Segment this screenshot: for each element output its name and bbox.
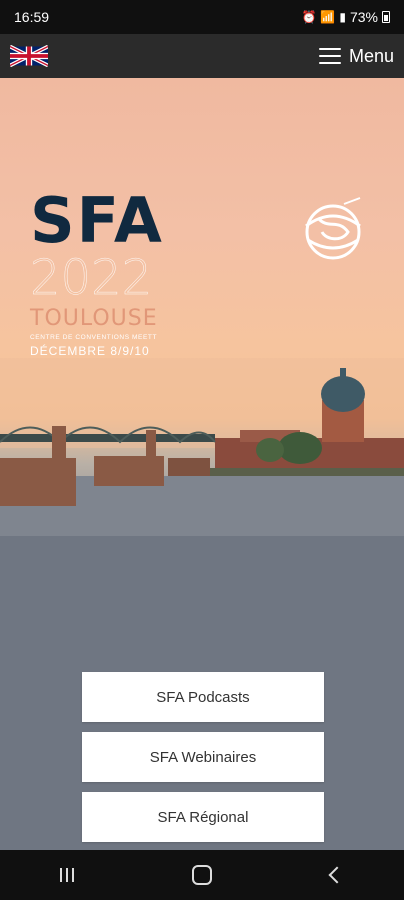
home-button[interactable] [172, 855, 232, 895]
app-bar: Menu [0, 34, 404, 78]
alarm-icon: ⏰ [301, 10, 317, 24]
recents-button[interactable] [37, 855, 97, 895]
sfa-webinaires-button[interactable]: SFA Webinaires [82, 732, 324, 782]
logo-dates: DÉCEMBRE 8/9/10 [30, 344, 150, 358]
hamburger-icon [318, 48, 341, 64]
sfa-2022-logo: SFA 2022 TOULOUSE CENTRE DE CONVENTIONS … [30, 184, 220, 359]
status-icons: ⏰ 📶 ▮ 73% [301, 9, 390, 25]
action-buttons: SFA Podcasts SFA Webinaires SFA Régional [82, 672, 324, 842]
back-icon [328, 866, 346, 884]
home-icon [191, 865, 212, 885]
logo-title: SFA [30, 184, 164, 257]
uk-flag-icon[interactable] [10, 45, 48, 67]
status-bar: 16:59 ⏰ 📶 ▮ 73% [0, 0, 404, 34]
sfa-regional-button[interactable]: SFA Régional [82, 792, 324, 842]
menu-label: Menu [348, 45, 394, 66]
logo-year: 2022 [30, 250, 153, 306]
recents-icon [60, 868, 75, 882]
battery-icon [382, 11, 390, 23]
sfa-emblem-icon [305, 197, 361, 260]
hero-image: SFA 2022 TOULOUSE CENTRE DE CONVENTIONS … [0, 78, 404, 850]
back-button[interactable] [307, 855, 367, 895]
battery-percent: 73% [349, 9, 378, 25]
wifi-icon: 📶 [320, 10, 336, 24]
sfa-podcasts-button[interactable]: SFA Podcasts [82, 672, 324, 722]
logo-city: TOULOUSE [30, 306, 158, 331]
menu-button[interactable]: Menu [318, 45, 394, 67]
logo-venue: CENTRE DE CONVENTIONS MEETT [30, 334, 158, 341]
status-time: 16:59 [14, 9, 50, 25]
system-nav-bar [0, 850, 404, 900]
signal-icon: ▮ [339, 10, 346, 24]
